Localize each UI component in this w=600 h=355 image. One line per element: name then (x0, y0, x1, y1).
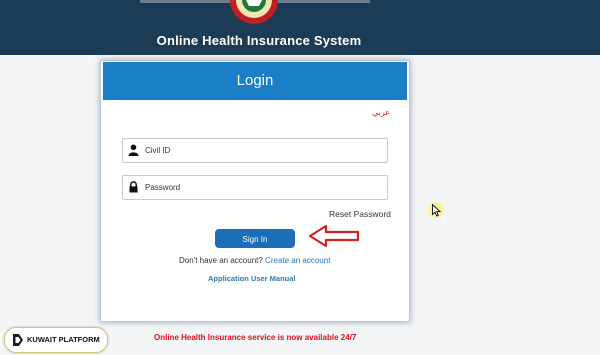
site-title: Online Health Insurance System (156, 33, 362, 48)
password-field[interactable] (122, 175, 388, 200)
lock-icon (129, 181, 138, 193)
account-prompt-text: Don't have an account? (179, 256, 263, 265)
site-header: Online Health Insurance System (0, 0, 600, 55)
language-switch-link[interactable]: عربي (372, 108, 390, 117)
reset-password-link[interactable]: Reset Password (329, 209, 391, 219)
civil-id-field[interactable] (122, 138, 388, 163)
pointer-icon (432, 204, 441, 217)
user-icon (128, 144, 139, 156)
red-outline-arrow-icon (308, 224, 360, 248)
user-manual-link[interactable]: Application User Manual (208, 274, 296, 283)
create-account-link[interactable]: Create an account (265, 256, 330, 265)
kuwait-emblem-icon (230, 0, 278, 24)
login-header: Login (103, 62, 407, 100)
sign-in-button[interactable]: Sign In (215, 229, 295, 248)
kuwait-platform-watermark: KUWAIT PLATFORM (4, 327, 108, 353)
civil-id-input[interactable] (143, 139, 382, 162)
watermark-text: KUWAIT PLATFORM (27, 335, 100, 344)
account-prompt-line: Don't have an account? Create an account (179, 256, 330, 265)
availability-notice: Online Health Insurance service is now a… (154, 333, 357, 342)
kuwait-platform-logo-icon (13, 334, 23, 346)
password-input[interactable] (143, 176, 382, 199)
